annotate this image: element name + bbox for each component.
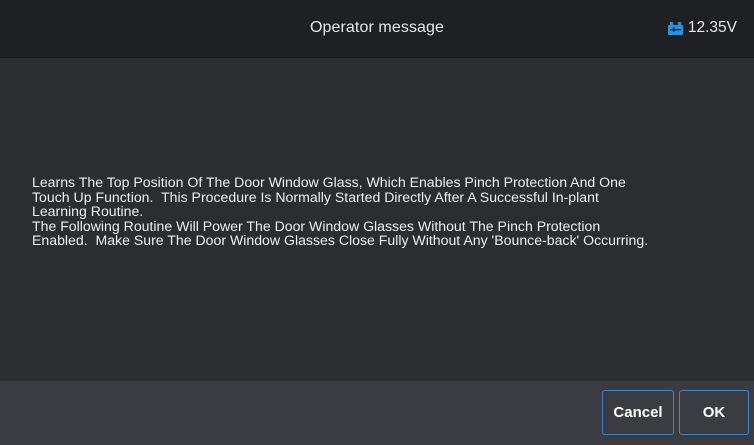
button-bar: Cancel OK — [0, 381, 754, 445]
battery-voltage-indicator: 12.35V — [667, 19, 737, 37]
cancel-button[interactable]: Cancel — [602, 390, 674, 435]
ok-button[interactable]: OK — [679, 390, 749, 435]
voltage-value: 12.35V — [687, 19, 737, 36]
vehicle-battery-icon — [667, 22, 683, 35]
title-bar: Operator message 12.35V — [0, 0, 754, 58]
message-area: Learns The Top Position Of The Door Wind… — [0, 58, 754, 381]
page-title: Operator message — [309, 19, 445, 36]
operator-message-text: Learns The Top Position Of The Door Wind… — [32, 174, 649, 248]
